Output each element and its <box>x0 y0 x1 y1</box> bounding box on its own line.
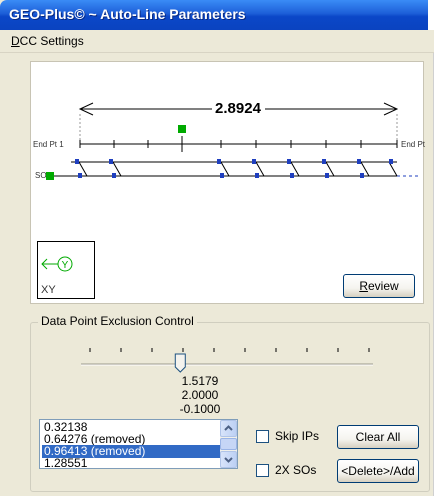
exclusion-group-label: Data Point Exclusion Control <box>38 314 197 328</box>
slider-value: 1.5179 <box>181 374 219 388</box>
chevron-up-icon <box>224 425 233 431</box>
start-point-marker <box>46 172 54 180</box>
xy-orientation-icon: Y XY <box>41 256 73 296</box>
clear-all-button[interactable]: Clear All <box>337 425 419 449</box>
menu-dcc-settings[interactable]: DCC Settings <box>11 34 84 48</box>
xy-orientation-box: Y XY <box>37 241 95 299</box>
end-pt2-label: End Pt 2 <box>401 140 425 149</box>
slider-ticks <box>89 348 370 352</box>
two-x-sos-checkbox[interactable] <box>256 464 269 477</box>
data-point-list[interactable]: 0.32138 0.64276 (removed) 0.96413 (removed… <box>39 419 238 469</box>
title-bar[interactable]: GEO-Plus© ~ Auto-Line Parameters <box>0 0 434 30</box>
auto-line-parameters-window: GEO-Plus© ~ Auto-Line Parameters DCC Set… <box>0 0 434 496</box>
menu-dcc-settings-label: CC Settings <box>19 34 84 48</box>
value-2: 2.0000 <box>181 388 219 402</box>
xy-circle-label: Y <box>62 260 69 271</box>
scroll-thumb[interactable] <box>220 438 237 450</box>
end-pt1-label: End Pt 1 <box>33 140 64 149</box>
list-scrollbar[interactable] <box>220 420 237 468</box>
scroll-up-button[interactable] <box>220 420 237 437</box>
menu-dcc-settings-mnemonic: D <box>11 34 20 48</box>
scroll-down-button[interactable] <box>220 451 237 468</box>
chevron-down-icon <box>224 457 233 463</box>
two-x-sos-label: 2X SOs <box>275 463 317 477</box>
skip-ips-label: Skip IPs <box>275 429 320 443</box>
selected-point-marker <box>178 125 186 133</box>
skip-ips-checkbox[interactable] <box>256 430 269 443</box>
review-button[interactable]: Review <box>343 274 415 298</box>
value-3: -0.1000 <box>179 402 221 416</box>
menu-bar: DCC Settings <box>0 30 434 53</box>
slider-thumb[interactable] <box>174 353 186 373</box>
window-title: GEO-Plus© ~ Auto-Line Parameters <box>9 6 246 22</box>
xy-label: XY <box>41 284 56 296</box>
review-mnemonic: R <box>359 279 368 293</box>
so-label: SO <box>35 171 47 180</box>
delete-add-button[interactable]: <Delete>/Add <box>337 459 419 483</box>
title-bar-edge <box>428 0 434 30</box>
distance-value: 2.8924 <box>215 100 262 117</box>
review-label: eview <box>367 279 399 293</box>
